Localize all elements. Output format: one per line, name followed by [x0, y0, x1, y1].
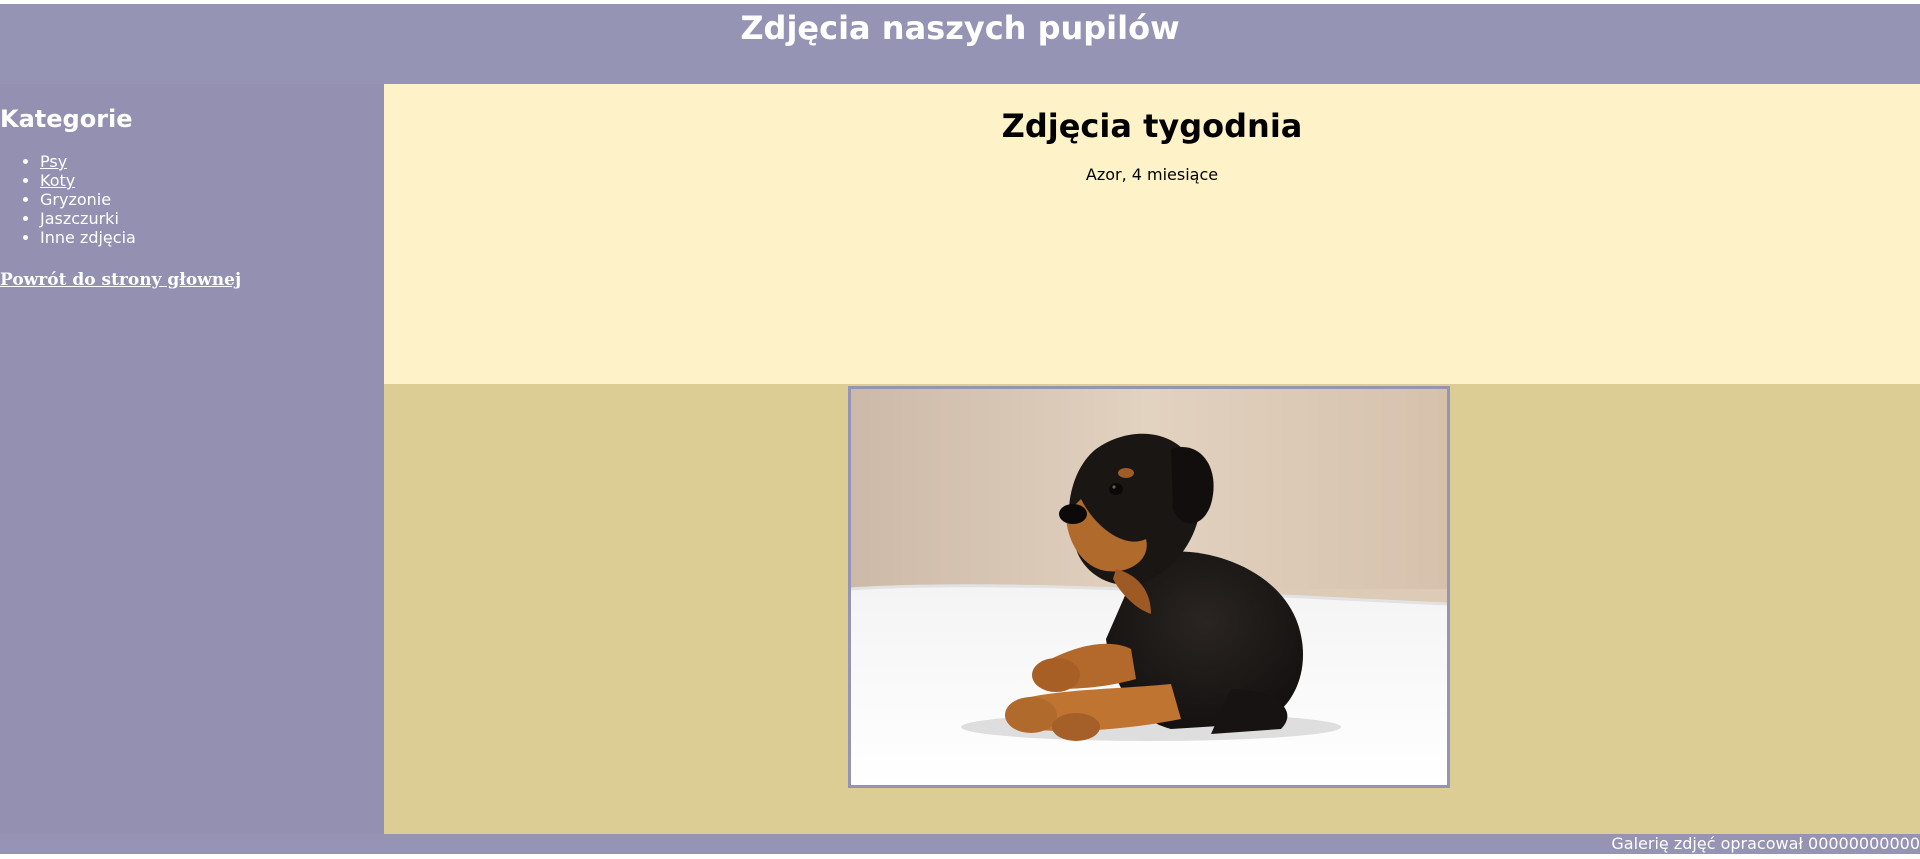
home-link[interactable]: Powrót do strony głownej: [0, 270, 241, 290]
footer-text: Galerię zdjęć opracował 00000000000: [1611, 834, 1920, 853]
category-link-psy[interactable]: Psy: [40, 152, 67, 171]
category-label-jaszczurki: Jaszczurki: [40, 209, 119, 228]
category-item-inne: Inne zdjęcia: [40, 228, 136, 247]
category-list: Psy Koty Gryzonie Jaszczurki Inne zdjęci…: [0, 152, 136, 247]
category-label-gryzonie: Gryzonie: [40, 190, 112, 209]
category-label-inne: Inne zdjęcia: [40, 228, 136, 247]
header: Zdjęcia naszych pupilów: [0, 4, 1920, 84]
week-title: Zdjęcia tygodnia: [1001, 107, 1303, 145]
category-item-jaszczurki: Jaszczurki: [40, 209, 136, 228]
category-item-gryzonie: Gryzonie: [40, 190, 136, 209]
category-link-koty[interactable]: Koty: [40, 171, 75, 190]
category-item-psy: Psy: [40, 152, 136, 171]
puppy-photo-image: [851, 389, 1447, 785]
week-panel: Zdjęcia tygodnia Azor, 4 miesiące: [384, 84, 1920, 384]
photo-panel: [384, 384, 1920, 834]
sidebar-heading: Kategorie: [0, 105, 133, 133]
footer: Galerię zdjęć opracował 00000000000: [0, 834, 1920, 854]
page: Zdjęcia naszych pupilów Kategorie Psy Ko…: [0, 0, 1920, 859]
puppy-photo: [848, 386, 1450, 788]
week-caption: Azor, 4 miesiące: [1085, 165, 1219, 184]
category-item-koty: Koty: [40, 171, 136, 190]
sidebar: Kategorie Psy Koty Gryzonie Jaszczurki I…: [0, 84, 384, 834]
site-title: Zdjęcia naszych pupilów: [740, 9, 1180, 47]
